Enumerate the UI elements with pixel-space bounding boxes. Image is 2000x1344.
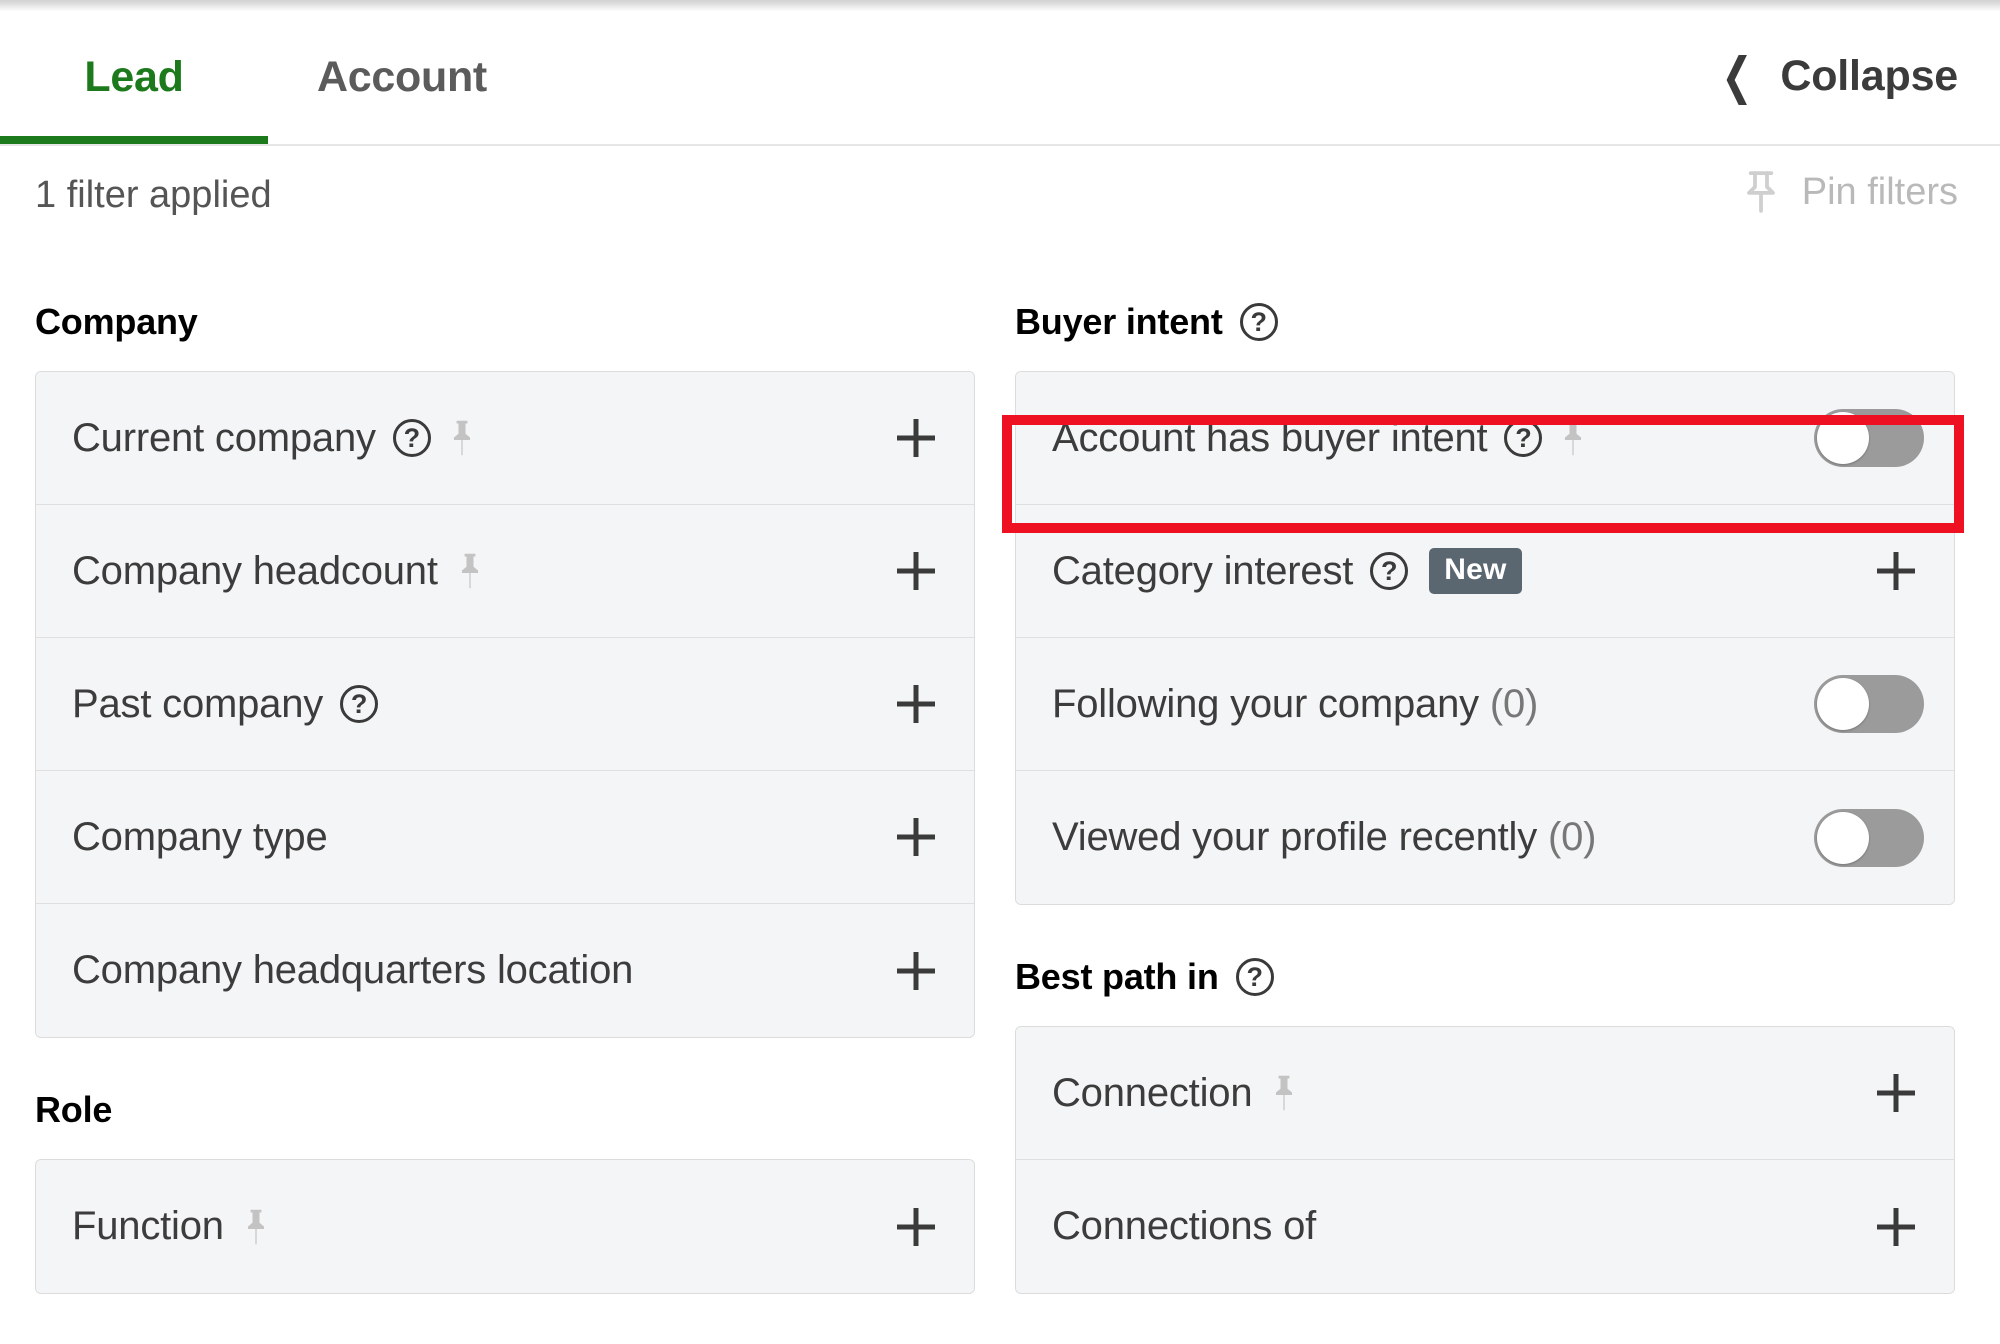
help-circle-icon[interactable]: ? — [1370, 552, 1409, 590]
filter-row-connections-of[interactable]: Connections of — [1016, 1160, 1954, 1293]
filter-panel-role: Function — [35, 1159, 975, 1294]
help-circle-icon[interactable]: ? — [340, 685, 379, 723]
section-title-company: Company — [35, 300, 975, 344]
filter-row-label: Company headquarters location — [72, 948, 634, 992]
filter-row-label: Connection — [1052, 1070, 1253, 1115]
tab-account[interactable]: Account — [268, 11, 536, 144]
add-filter-button[interactable] — [1868, 543, 1924, 599]
add-filter-button[interactable] — [888, 943, 944, 999]
pin-icon — [453, 420, 470, 456]
tab-lead[interactable]: Lead — [0, 11, 268, 144]
left-filter-column: Company Current company? Company headcount… — [35, 300, 975, 1344]
toggle-knob — [1817, 678, 1869, 730]
help-circle-icon[interactable]: ? — [392, 419, 431, 457]
filter-row-category-interest[interactable]: Category interest? New — [1016, 505, 1954, 638]
pin-icon — [1276, 1075, 1293, 1111]
filter-row-function[interactable]: Function — [36, 1160, 974, 1293]
section-title-label: Company — [35, 301, 198, 342]
filter-row-icons: ? — [392, 419, 477, 457]
filter-row-count: (0) — [1478, 681, 1539, 726]
filter-row-label: Company headcount — [72, 548, 438, 593]
tab-list: Lead Account — [0, 11, 536, 144]
filter-row-icons — [455, 552, 485, 590]
collapse-label: Collapse — [1780, 51, 1958, 100]
filter-row-label: Connections of — [1052, 1204, 1317, 1248]
filter-row-count: (0) — [1537, 815, 1597, 859]
add-filter-button[interactable] — [888, 676, 944, 732]
section-title-best-path-in: Best path in? — [1015, 955, 1955, 999]
help-circle-icon[interactable]: ? — [1239, 303, 1278, 341]
filter-toggle[interactable] — [1814, 675, 1924, 733]
section-title-buyer-intent: Buyer intent? — [1015, 300, 1955, 344]
section-title-label: Role — [35, 1089, 113, 1130]
new-badge: New — [1429, 548, 1522, 594]
help-circle-icon[interactable]: ? — [1504, 419, 1543, 457]
collapse-button[interactable]: ❮ Collapse — [1716, 39, 1958, 113]
filter-panel-company: Current company? Company headcount Past co… — [35, 371, 975, 1038]
pin-icon — [461, 553, 478, 589]
filter-panel-buyer-intent: Account has buyer intent? Category intere… — [1015, 371, 1955, 905]
filter-row-label: Account has buyer intent — [1052, 415, 1488, 460]
pin-filters-button[interactable]: Pin filters — [1740, 168, 1958, 216]
pin-icon — [1565, 420, 1582, 456]
filter-row-icons — [1269, 1074, 1299, 1112]
filter-row-label: Following your company (0) — [1052, 681, 1539, 726]
filter-row-icons — [241, 1208, 271, 1246]
add-filter-button[interactable] — [888, 1199, 944, 1255]
filter-row-label: Current company — [72, 415, 376, 460]
toggle-knob — [1817, 412, 1869, 464]
filter-row-viewed-your-profile-recently[interactable]: Viewed your profile recently (0) — [1016, 771, 1954, 904]
filters-applied-text: 1 filter applied — [35, 174, 272, 216]
filter-panel-best-path-in: Connection Connections of — [1015, 1026, 1955, 1294]
filter-section-buyer-intent: Buyer intent? Account has buyer intent? Ca… — [1015, 300, 1955, 905]
filter-row-label: Viewed your profile recently (0) — [1052, 815, 1597, 859]
filter-row-company-headcount[interactable]: Company headcount — [36, 505, 974, 638]
filter-row-current-company[interactable]: Current company? — [36, 372, 974, 505]
filter-row-past-company[interactable]: Past company? — [36, 638, 974, 771]
section-title-label: Best path in — [1015, 956, 1219, 997]
window-top-gradient-strip — [0, 0, 2000, 11]
add-filter-button[interactable] — [888, 410, 944, 466]
filter-row-label: Function — [72, 1204, 224, 1248]
add-filter-button[interactable] — [888, 543, 944, 599]
section-title-role: Role — [35, 1088, 975, 1132]
filter-section-best-path-in: Best path in? Connection Connections of — [1015, 955, 1955, 1294]
filter-section-role: Role Function — [35, 1088, 975, 1294]
filter-toggle[interactable] — [1814, 409, 1924, 467]
filter-row-following-your-company[interactable]: Following your company (0) — [1016, 638, 1954, 771]
right-filter-column: Buyer intent? Account has buyer intent? Ca… — [1015, 300, 1955, 1344]
section-title-label: Buyer intent — [1015, 301, 1223, 342]
pin-filters-label: Pin filters — [1801, 170, 1958, 213]
chevron-left-icon: ❮ — [1721, 48, 1754, 104]
filter-row-label: Past company — [72, 681, 324, 726]
filter-section-company: Company Current company? Company headcount… — [35, 300, 975, 1038]
filter-row-account-has-buyer-intent[interactable]: Account has buyer intent? — [1016, 372, 1954, 505]
filter-row-company-headquarters-location[interactable]: Company headquarters location — [36, 904, 974, 1037]
toggle-knob — [1817, 811, 1869, 864]
filter-row-connection[interactable]: Connection — [1016, 1027, 1954, 1160]
add-filter-button[interactable] — [1868, 1065, 1924, 1121]
filter-row-icons: ? — [1504, 419, 1588, 457]
filter-toggle[interactable] — [1814, 808, 1924, 867]
help-circle-icon[interactable]: ? — [1235, 958, 1274, 996]
filter-status-row: 1 filter applied Pin filters — [0, 146, 2000, 256]
filter-row-icons: ? New — [1370, 548, 1522, 594]
filter-row-label: Category interest — [1052, 548, 1354, 593]
add-filter-button[interactable] — [1868, 1199, 1924, 1255]
filter-row-label: Company type — [72, 814, 328, 859]
pin-icon — [247, 1209, 264, 1244]
pin-icon — [1746, 171, 1775, 213]
filter-row-icons: ? — [340, 685, 379, 723]
add-filter-button[interactable] — [888, 809, 944, 865]
filter-row-company-type[interactable]: Company type — [36, 771, 974, 904]
filter-tabbar: Lead Account ❮ Collapse — [0, 11, 2000, 146]
